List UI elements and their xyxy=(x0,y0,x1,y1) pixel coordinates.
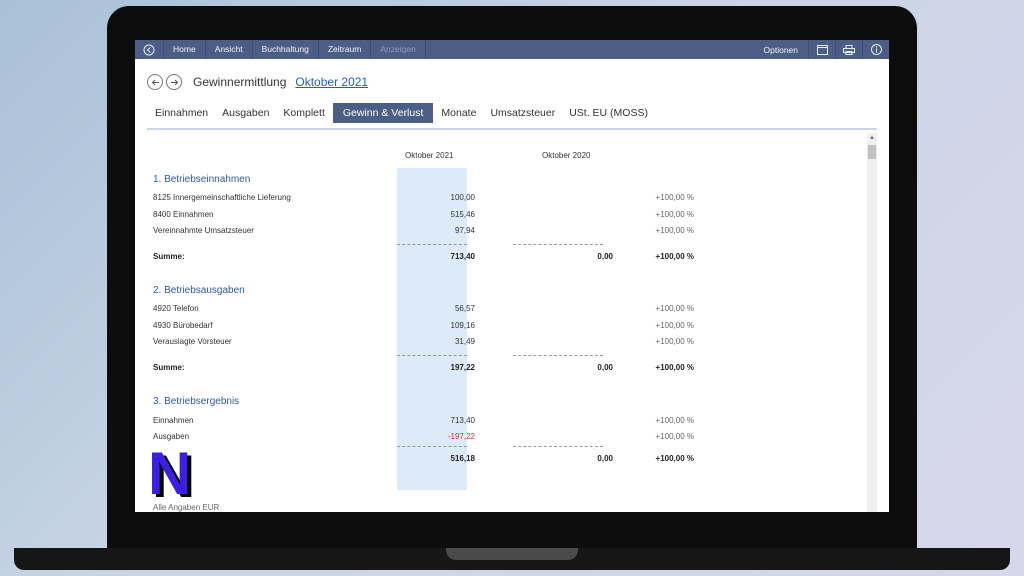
title-bar: Gewinnermittlung Oktober 2021 xyxy=(147,74,368,90)
report-table: Oktober 2021 Oktober 2020 1. Betriebsein… xyxy=(135,133,865,512)
row-value-current: -197,22 xyxy=(447,432,475,441)
arrow-right-icon xyxy=(170,79,178,85)
sum-value-previous: 0,00 xyxy=(597,454,613,463)
info-button[interactable] xyxy=(862,40,889,59)
scroll-up-icon[interactable]: ▲ xyxy=(867,133,877,143)
arrow-left-icon xyxy=(151,79,159,85)
scrollbar-thumb[interactable] xyxy=(868,145,876,159)
divider xyxy=(397,244,467,245)
divider xyxy=(397,446,467,447)
tab-monate[interactable]: Monate xyxy=(435,103,482,123)
column-header-previous: Oktober 2020 xyxy=(542,151,591,160)
sum-percent: +100,00 % xyxy=(655,363,694,372)
app-window: Home Ansicht Buchhaltung Zeitraum Anzeig… xyxy=(135,40,889,512)
row-value-current: 100,00 xyxy=(450,193,475,202)
print-button[interactable] xyxy=(835,40,862,59)
row-value-current: 31,49 xyxy=(454,337,475,346)
row-label: 8125 Innergemeinschaftliche Lieferung xyxy=(153,193,291,202)
options-menu[interactable]: Optionen xyxy=(754,45,809,55)
sum-percent: +100,00 % xyxy=(655,454,694,463)
menu-buchhaltung[interactable]: Buchhaltung xyxy=(253,40,319,59)
tab-einnahmen[interactable]: Einnahmen xyxy=(149,103,214,123)
sum-value-current: 197,22 xyxy=(450,363,475,372)
tab-gewinn-verlust[interactable]: Gewinn & Verlust xyxy=(332,103,434,123)
row-label: 8400 Einnahmen xyxy=(153,210,214,219)
row-label: 4920 Telefon xyxy=(153,304,199,313)
tab-ust-eu-moss[interactable]: USt. EU (MOSS) xyxy=(563,103,654,123)
row-percent: +100,00 % xyxy=(655,337,694,346)
divider xyxy=(513,244,603,245)
menubar: Home Ansicht Buchhaltung Zeitraum Anzeig… xyxy=(135,40,889,59)
row-label: Verauslagte Vorsteuer xyxy=(153,337,232,346)
vertical-scrollbar[interactable]: ▲ xyxy=(867,133,877,512)
menu-home[interactable]: Home xyxy=(164,40,206,59)
section-title: 3. Betriebsergebnis xyxy=(153,396,240,407)
window-button[interactable] xyxy=(808,40,835,59)
menu-anzeigen[interactable]: Anzeigen xyxy=(371,40,426,59)
nav-forward-button[interactable] xyxy=(166,74,182,90)
row-percent: +100,00 % xyxy=(655,432,694,441)
row-label: Ausgaben xyxy=(153,432,190,441)
row-label: Einnahmen xyxy=(153,416,194,425)
sum-percent: +100,00 % xyxy=(655,252,694,261)
row-percent: +100,00 % xyxy=(655,304,694,313)
column-header-current: Oktober 2021 xyxy=(405,151,454,160)
divider xyxy=(513,355,603,356)
tab-ausgaben[interactable]: Ausgaben xyxy=(216,103,275,123)
row-value-current: 713,40 xyxy=(450,416,475,425)
row-value-current: 56,57 xyxy=(454,304,475,313)
row-percent: +100,00 % xyxy=(655,193,694,202)
row-value-current: 97,94 xyxy=(454,226,475,235)
arrow-left-icon xyxy=(143,44,155,55)
page-title: Gewinnermittlung xyxy=(193,75,287,89)
row-percent: +100,00 % xyxy=(655,416,694,425)
n-logo: N N xyxy=(148,447,195,501)
row-label: Vereinnahmte Umsatzsteuer xyxy=(153,226,254,235)
row-percent: +100,00 % xyxy=(655,210,694,219)
tab-komplett[interactable]: Komplett xyxy=(277,103,330,123)
tab-umsatzsteuer[interactable]: Umsatzsteuer xyxy=(484,103,561,123)
sum-value-previous: 0,00 xyxy=(597,363,613,372)
row-value-current: 515,46 xyxy=(450,210,475,219)
sum-label: Summe: xyxy=(153,363,185,372)
menu-ansicht[interactable]: Ansicht xyxy=(206,40,253,59)
back-menu-button[interactable] xyxy=(135,40,164,59)
row-percent: +100,00 % xyxy=(655,321,694,330)
printer-icon xyxy=(843,44,855,55)
divider xyxy=(397,355,467,356)
laptop-notch xyxy=(446,548,578,560)
sum-label: Summe: xyxy=(153,252,185,261)
tab-bar: Einnahmen Ausgaben Komplett Gewinn & Ver… xyxy=(149,103,656,123)
row-label: 4930 Bürobedarf xyxy=(153,321,213,330)
sum-value-current: 713,40 xyxy=(450,252,475,261)
tab-underline xyxy=(147,128,877,130)
menu-zeitraum[interactable]: Zeitraum xyxy=(319,40,372,59)
info-icon xyxy=(870,44,882,55)
row-value-current: 109,16 xyxy=(450,321,475,330)
section-title: 1. Betriebseinnahmen xyxy=(153,174,251,185)
currency-note: Alle Angaben EUR xyxy=(153,503,220,512)
divider xyxy=(513,446,603,447)
row-percent: +100,00 % xyxy=(655,226,694,235)
window-icon xyxy=(816,44,828,55)
logo-letter: N xyxy=(148,447,191,501)
sum-value-current: 516,18 xyxy=(450,454,475,463)
nav-back-button[interactable] xyxy=(147,74,163,90)
section-title: 2. Betriebsausgaben xyxy=(153,285,245,296)
sum-value-previous: 0,00 xyxy=(597,252,613,261)
period-link[interactable]: Oktober 2021 xyxy=(295,75,368,89)
